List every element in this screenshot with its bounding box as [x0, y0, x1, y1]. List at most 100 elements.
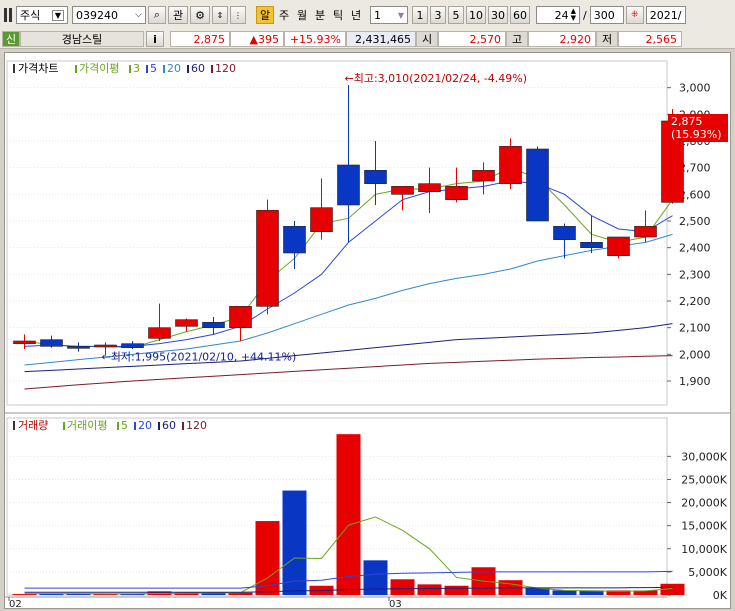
tab-period-2[interactable]: 분 [312, 6, 328, 24]
toolbar: 주식 ▼ 039240 ⌵ ⌕ 관 ⚙ ⇕ ⋮ 알 주월분틱년 1 ▼ 1351… [0, 0, 735, 31]
candle-body [364, 170, 387, 184]
legend-item: 20 [167, 62, 181, 75]
more-icon: ⋮ [234, 10, 242, 20]
interval-select[interactable]: 1 ▼ [370, 6, 408, 24]
current-pct-label: (15.93%) [671, 128, 722, 141]
legend-marker [13, 421, 15, 430]
grid-icon: ⁜ [630, 10, 639, 20]
volume-bar [336, 434, 361, 595]
chevron-down-icon[interactable]: ⌵ [135, 10, 142, 20]
grip-icon[interactable] [4, 8, 12, 22]
price-tick-label: 2,500 [679, 215, 711, 228]
quick-intervals: 1 3 5 10 30 60 [410, 6, 530, 24]
tab-period-1[interactable]: 월 [294, 6, 310, 24]
volume-bar [282, 490, 307, 595]
volume-tick-label: 25,000K [681, 473, 727, 486]
up-down-button[interactable]: ⇕ [212, 6, 228, 24]
quote-bar: 신 경남스틸 i 2,875 ▲395 +15.93% 2,431,465 시 … [0, 30, 735, 49]
code-input[interactable]: 039240 ⌵ [72, 6, 146, 24]
candle-body [418, 183, 441, 192]
settings-button[interactable]: ⚙ [190, 6, 210, 24]
count-separator: / [583, 8, 587, 22]
low-value: 2,565 [645, 32, 678, 46]
tab-period-4[interactable]: 년 [348, 6, 364, 24]
volume-cell: 2,431,465 [346, 31, 416, 47]
market-select[interactable]: 주식 ▼ [16, 6, 68, 24]
volume-bar [390, 579, 415, 595]
interval-button-1[interactable]: 1 [412, 6, 428, 24]
total-value: 300 [593, 8, 615, 22]
change-pct-cell: +15.93% [284, 31, 346, 47]
chart-area[interactable]: 1,900 2,000 2,100 2,200 2,300 2,400 2,500 2,600… [4, 52, 731, 610]
current-price-label: 2,875 [671, 115, 703, 128]
volume-tick-label: 30,000K [681, 450, 727, 463]
legend-swatch [163, 65, 165, 73]
price-tick-label: 2,000 [679, 348, 711, 361]
x-tick-label: 02 [9, 599, 22, 608]
market-select-value: 주식 [20, 9, 41, 22]
open-label: 시 [416, 31, 438, 47]
low-label: 저 [596, 31, 618, 47]
tab-period-3[interactable]: 틱 [330, 6, 346, 24]
interval-button-10[interactable]: 10 [466, 6, 486, 24]
count-input[interactable]: 24 ▲ ▼ [536, 6, 580, 24]
interval-button-60[interactable]: 60 [510, 6, 530, 24]
price-tick-label: 2,400 [679, 242, 711, 255]
change-pct-value: +15.93% [289, 32, 341, 46]
chevron-down-icon[interactable]: ▼ [51, 9, 64, 21]
interest-button[interactable]: 관 [168, 6, 188, 24]
price-tick-label: 2,300 [679, 268, 711, 281]
volume-tick-label: 0K [713, 589, 728, 602]
open-label-text: 시 [421, 33, 433, 46]
legend-swatch [187, 65, 189, 73]
legend-item: 5 [121, 419, 128, 432]
market-badge-label: 신 [5, 33, 17, 46]
total-input[interactable]: 300 [589, 6, 624, 24]
tab-day[interactable]: 알 [256, 6, 274, 24]
open-value: 2,570 [469, 32, 502, 46]
interest-button-label: 관 [172, 9, 184, 22]
grid-toggle-button[interactable]: ⁜ [625, 6, 644, 24]
candle-body [283, 226, 306, 254]
interval-button-5[interactable]: 5 [448, 6, 464, 24]
more-button[interactable]: ⋮ [230, 6, 246, 24]
candle-body [310, 207, 333, 232]
candle-body [67, 346, 90, 349]
volume-bar [12, 594, 37, 596]
legend-swatch [146, 65, 148, 73]
candle-body [175, 319, 198, 327]
low-label-text: 저 [601, 33, 613, 46]
legend-swatch [117, 422, 119, 430]
code-input-value: 039240 [76, 8, 118, 22]
count-value: 24 [554, 8, 569, 22]
info-button-label: i [153, 32, 157, 46]
change-value: ▲395 [249, 32, 279, 46]
candle-body [526, 148, 549, 222]
x-tick-label: 03 [389, 599, 402, 608]
legend-swatch [129, 65, 131, 73]
candle-body [148, 327, 171, 339]
market-badge: 신 [2, 31, 20, 47]
legend-item: 거래이평 [67, 419, 107, 432]
volume-tick-label: 15,000K [681, 520, 727, 533]
info-button[interactable]: i [146, 31, 164, 47]
gear-icon: ⚙ [195, 8, 205, 22]
price-tick-label: 2,100 [679, 322, 711, 335]
legend-item: 120 [186, 419, 207, 432]
tab-period-0[interactable]: 주 [276, 6, 292, 24]
legend-swatch [182, 422, 184, 430]
legend-item: 3 [133, 62, 140, 75]
price-cell: 2,875 [170, 31, 230, 47]
volume-tick-label: 20,000K [681, 497, 727, 510]
interval-button-3[interactable]: 3 [430, 6, 446, 24]
date-input[interactable]: 2021/ [645, 6, 686, 24]
spinner-icon[interactable]: ▲ ▼ [571, 8, 576, 22]
period-tabs: 주월분틱년 [274, 6, 364, 24]
chevron-down-icon[interactable]: ▼ [398, 11, 404, 20]
interval-button-30[interactable]: 30 [488, 6, 508, 24]
candle-body [472, 170, 495, 182]
search-icon: ⌕ [153, 8, 161, 21]
chart-svg[interactable]: 1,9002,0002,1002,2002,3002,4002,5002,600… [5, 53, 730, 610]
search-button[interactable]: ⌕ [148, 6, 166, 24]
legend-item: 60 [162, 419, 176, 432]
